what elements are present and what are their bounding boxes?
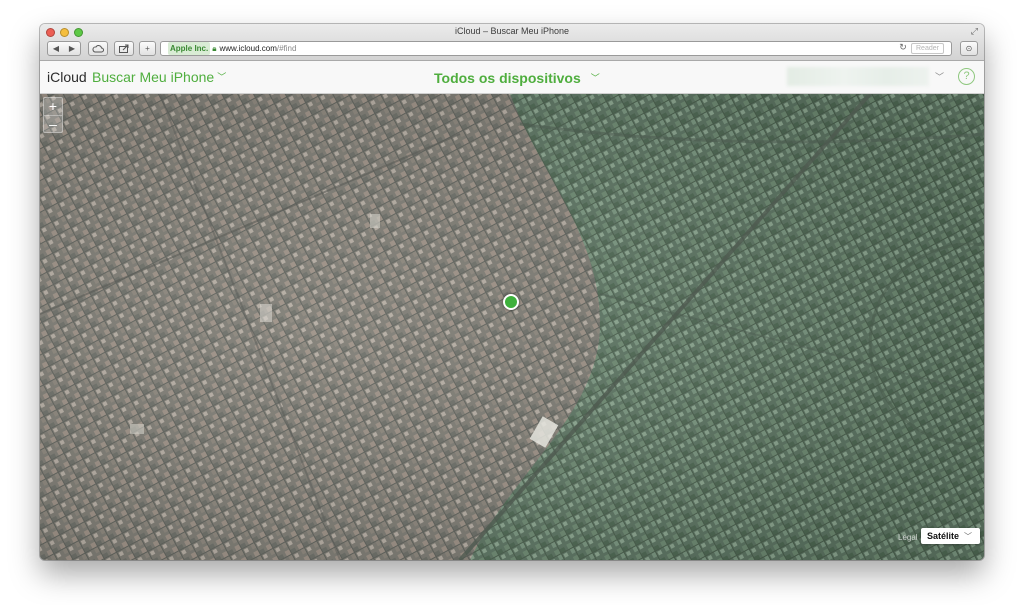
reader-button[interactable]: Reader <box>911 43 944 54</box>
window-title: iCloud – Buscar Meu iPhone <box>454 26 570 36</box>
icloud-app-header: iCloud Buscar Meu iPhone ﹀ Todos os dispo… <box>40 61 984 94</box>
url-host: www.icloud.com <box>219 44 277 53</box>
share-icon <box>119 44 129 53</box>
share-button[interactable] <box>114 41 134 56</box>
zoom-controls: + – <box>43 97 63 133</box>
satellite-imagery <box>40 94 984 560</box>
url-path: /#find <box>276 44 297 53</box>
device-selector-label: Todos os dispositivos <box>434 70 581 86</box>
icloud-brand[interactable]: iCloud <box>47 69 87 85</box>
forward-button[interactable]: ▶ <box>64 41 81 56</box>
satellite-map[interactable]: + – Legal Satélite ﹀ <box>40 94 984 560</box>
account-name-blurred[interactable] <box>787 67 929 86</box>
chevron-down-icon[interactable]: ﹀ <box>935 70 944 83</box>
map-type-selector[interactable]: Satélite ﹀ <box>921 528 981 544</box>
back-button[interactable]: ◀ <box>47 41 65 56</box>
browser-chrome: iCloud – Buscar Meu iPhone ⤢ ◀ ▶ + Apple… <box>40 24 984 61</box>
icloud-tabs-button[interactable] <box>88 41 108 56</box>
map-type-label: Satélite <box>927 531 960 541</box>
zoom-in-button[interactable]: + <box>44 98 62 116</box>
chevron-down-icon: ﹀ <box>590 73 600 83</box>
fullscreen-icon[interactable]: ⤢ <box>971 26 978 37</box>
cloud-icon <box>92 45 104 53</box>
downloads-icon[interactable]: ⊙ <box>960 41 978 56</box>
chevron-down-icon: ﹀ <box>217 72 227 82</box>
device-location-pin[interactable] <box>503 294 519 310</box>
browser-window: iCloud – Buscar Meu iPhone ⤢ ◀ ▶ + Apple… <box>40 24 984 560</box>
app-switcher[interactable]: Buscar Meu iPhone ﹀ <box>92 69 226 85</box>
device-selector[interactable]: Todos os dispositivos ﹀ <box>434 70 600 86</box>
ev-certificate-badge[interactable]: Apple Inc. <box>168 42 211 55</box>
address-bar[interactable]: Apple Inc. 🔒︎ www.icloud.com/#find <box>160 41 952 56</box>
legal-link[interactable]: Legal <box>898 533 918 542</box>
zoom-out-button[interactable]: – <box>44 116 62 133</box>
app-name-label: Buscar Meu iPhone <box>92 69 215 85</box>
lock-icon: 🔒︎ <box>212 44 217 53</box>
reload-icon[interactable]: ↻ <box>898 41 908 54</box>
chevron-down-icon: ﹀ <box>964 532 973 541</box>
new-tab-button[interactable]: + <box>139 41 156 56</box>
help-button[interactable]: ? <box>958 68 975 85</box>
